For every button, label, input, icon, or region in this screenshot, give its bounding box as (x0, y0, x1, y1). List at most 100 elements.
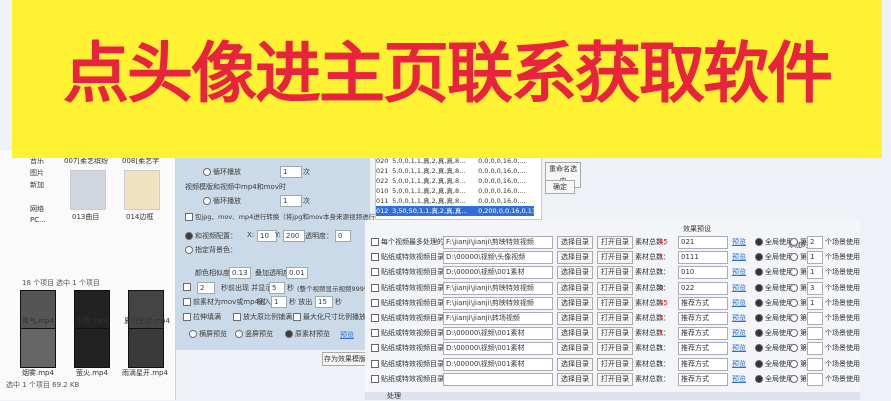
single-option[interactable]: 第 (790, 298, 807, 309)
x-input[interactable]: 10 (257, 230, 277, 242)
original-radio[interactable] (285, 330, 293, 338)
video-thumbnail[interactable] (20, 328, 56, 368)
effect-preset-select[interactable]: 0111 (678, 251, 728, 265)
single-option[interactable]: 第 (790, 237, 807, 248)
global-use-option[interactable]: 全局使用 (755, 267, 793, 278)
preview-link[interactable]: 预览 (732, 359, 746, 370)
open-dir-button[interactable]: 打开目录 (597, 312, 633, 325)
effect-preset-select[interactable]: 推荐方式 (678, 312, 728, 325)
effect-preset-select[interactable]: 推荐方式 (678, 327, 728, 341)
select-dir-button[interactable]: 选择目录 (557, 372, 593, 386)
list-item[interactable]: 010 5,0,0,1,1,真,2,真,真,8... 0,0,0,0,16,0,.… (376, 186, 534, 196)
open-dir-button[interactable]: 打开目录 (597, 251, 633, 265)
scene-count-input[interactable] (807, 342, 823, 356)
single-option[interactable]: 第 (790, 283, 807, 294)
select-dir-button[interactable]: 选择目录 (557, 266, 593, 280)
dir-path-input[interactable]: F:\jianji\jianji\转场视频 (443, 312, 553, 325)
row-checkbox[interactable] (371, 343, 381, 354)
preview-link[interactable]: 预览 (732, 328, 746, 339)
effect-preset-select[interactable]: 推荐方式 (678, 342, 728, 356)
position-label[interactable]: 和视频配置： (185, 231, 237, 241)
loop-play-option[interactable]: 循环播放 (203, 167, 241, 177)
scene-count-input[interactable] (807, 357, 823, 371)
y-input[interactable]: 200 (283, 230, 305, 242)
dir-path-input[interactable]: D:\00000\视频\头像视频 (443, 251, 553, 265)
maximize-option[interactable]: 最大化尺寸比例播放 (293, 312, 366, 322)
bg-radio[interactable] (185, 246, 193, 254)
bg-color-option[interactable]: 指定背景色： (185, 245, 237, 255)
dir-path-input[interactable]: D:\00000\视频\001素材 (443, 342, 553, 356)
scene-count-input[interactable]: 1 (807, 266, 823, 280)
row-checkbox[interactable] (371, 313, 381, 324)
single-option[interactable]: 第 (790, 359, 807, 370)
thumbnail[interactable] (70, 170, 106, 210)
nav-item-pictures[interactable]: 图片 (30, 168, 44, 178)
effect-preset-select[interactable]: 021 (678, 236, 728, 249)
preview-link[interactable]: 预览 (340, 330, 354, 340)
single-option[interactable]: 第 (790, 328, 807, 339)
dir-path-input[interactable]: F:\jianji\jianji\剪映特效视频 (443, 296, 553, 310)
effect-preset-select[interactable]: 推荐方式 (678, 296, 728, 310)
scene-count-input[interactable]: 1 (807, 251, 823, 265)
nav-item-network[interactable]: 网络 (30, 204, 44, 214)
preview-link[interactable]: 预览 (732, 283, 746, 294)
open-dir-button[interactable]: 打开目录 (597, 266, 633, 280)
dir-path-input[interactable]: D:\00000\视频\001素材 (443, 357, 553, 371)
landscape-radio[interactable] (189, 330, 197, 338)
row-checkbox[interactable] (371, 267, 381, 278)
open-dir-button[interactable]: 打开目录 (597, 296, 633, 310)
confirm-button[interactable]: 确定 (545, 180, 575, 194)
scene-count-input[interactable]: 3 (807, 281, 823, 295)
nav-item-new[interactable]: 新加 (30, 180, 44, 190)
global-use-option[interactable]: 全局使用 (755, 359, 793, 370)
row-checkbox[interactable] (371, 359, 381, 370)
global-use-option[interactable]: 全局使用 (755, 343, 793, 354)
row-checkbox[interactable] (371, 237, 381, 248)
select-dir-button[interactable]: 选择目录 (557, 236, 593, 249)
scene-count-input[interactable] (807, 372, 823, 386)
global-use-option[interactable]: 全局使用 (755, 313, 793, 324)
scene-count-input[interactable] (807, 327, 823, 341)
select-dir-button[interactable]: 选择目录 (557, 342, 593, 356)
video-thumbnail[interactable] (128, 328, 164, 368)
list-item[interactable]: 022 5,0,0,1,1,真,2,真,真,8... 0,0,0,0,16,0,.… (376, 176, 534, 186)
preview-link[interactable]: 预览 (732, 343, 746, 354)
select-dir-button[interactable]: 选择目录 (557, 327, 593, 341)
preview-link[interactable]: 预览 (732, 252, 746, 263)
loop-radio[interactable] (203, 168, 211, 176)
open-dir-button[interactable]: 打开目录 (597, 327, 633, 341)
list-item[interactable]: 021 5,0,0,1,1,真,2,真,真,8... 0,0,0,0,16,0,.… (376, 166, 534, 176)
convert-note[interactable]: 包jpg、mov、mp4进行转换（将jpg和mov本身来源视频进行不用） (185, 211, 395, 221)
convert-checkbox[interactable] (185, 213, 193, 221)
dir-path-input[interactable]: F:\jianji\jianji\剪映特效视频 (443, 236, 553, 249)
open-dir-button[interactable]: 打开目录 (597, 236, 633, 249)
times-input[interactable]: 1 (280, 195, 302, 207)
effect-preset-select[interactable]: 推荐方式 (678, 372, 728, 386)
color-sim-input[interactable]: 0.13 (229, 267, 251, 279)
video-thumbnail[interactable] (74, 328, 110, 368)
open-dir-button[interactable]: 打开目录 (597, 357, 633, 371)
global-use-option[interactable]: 全局使用 (755, 252, 793, 263)
loop-radio[interactable] (203, 197, 211, 205)
open-dir-button[interactable]: 打开目录 (597, 281, 633, 295)
dir-path-input[interactable]: D:\00000\视频\001素材 (443, 327, 553, 341)
row-checkbox[interactable] (371, 283, 381, 294)
times-input[interactable]: 1 (280, 166, 302, 178)
scene-count-input[interactable]: 2 (807, 236, 823, 249)
randomize-checkbox[interactable] (183, 298, 191, 306)
row-checkbox[interactable] (371, 374, 381, 385)
sec-input-1[interactable]: 2 (197, 282, 215, 294)
blend-input[interactable]: 0.01 (286, 267, 308, 279)
opacity-input[interactable]: 0 (335, 230, 351, 242)
row-checkbox[interactable] (371, 328, 381, 339)
list-item[interactable]: 011 5,0,0,1,1,真,2,真,真,8... 0,0,0,0,16,0,.… (376, 196, 534, 206)
thumbnail[interactable] (124, 170, 160, 210)
mode-portrait[interactable]: 竖屏预览 (235, 329, 273, 339)
single-option[interactable]: 第 (790, 252, 807, 263)
nav-item-pc[interactable]: PC... (30, 216, 46, 224)
position-radio[interactable] (185, 232, 193, 240)
dir-path-input[interactable] (443, 372, 553, 386)
sec-checkbox-row[interactable] (183, 283, 193, 291)
select-dir-button[interactable]: 选择目录 (557, 251, 593, 265)
global-use-option[interactable]: 全局使用 (755, 237, 793, 248)
